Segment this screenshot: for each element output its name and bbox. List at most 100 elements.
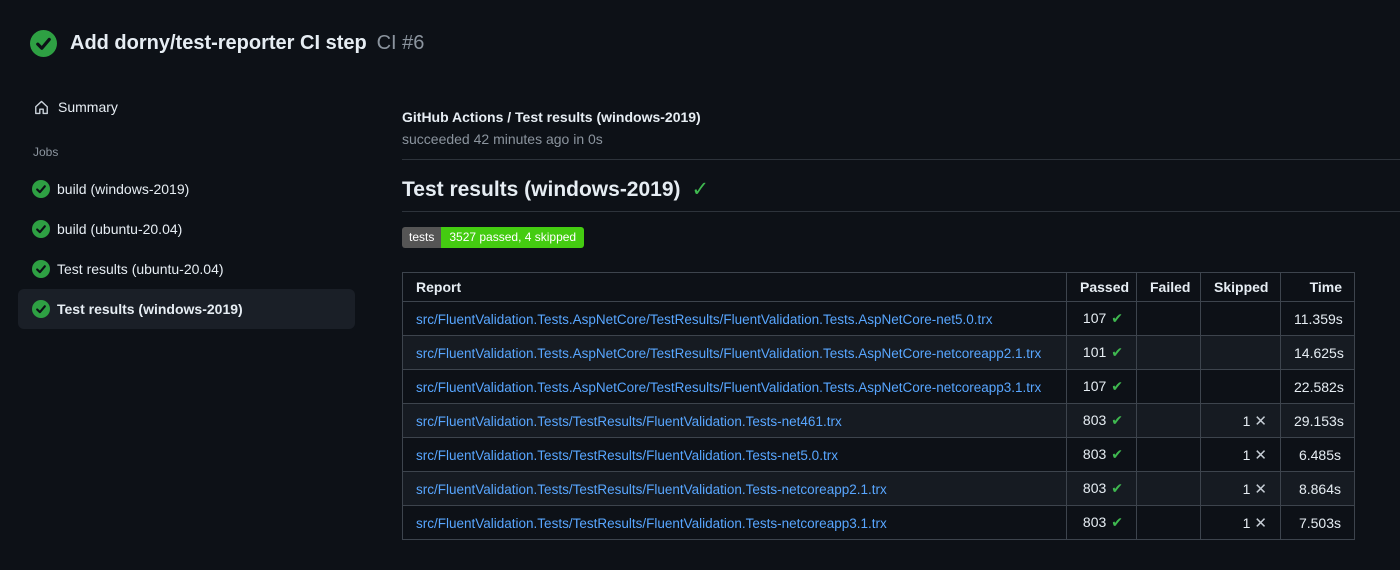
run-header: Add dorny/test-reporter CI step CI #6 [0, 0, 1400, 57]
skipped-cell: 1 ✕ [1200, 505, 1281, 540]
column-header-report: Report [402, 272, 1067, 302]
skipped-cell [1200, 301, 1281, 336]
failed-cell [1136, 471, 1201, 506]
table-header-row: Report Passed Failed Skipped Time [402, 272, 1355, 302]
success-circle-icon [32, 220, 50, 238]
x-icon: ✕ [1254, 412, 1267, 430]
report-cell: src/FluentValidation.Tests/TestResults/F… [402, 505, 1067, 540]
passed-cell: 803 ✔ [1066, 505, 1137, 540]
report-cell: src/FluentValidation.Tests/TestResults/F… [402, 437, 1067, 472]
skipped-cell: 1 ✕ [1200, 403, 1281, 438]
check-icon: ✔ [1111, 378, 1123, 394]
test-results-table: Report Passed Failed Skipped Time src/Fl… [402, 272, 1355, 540]
divider [402, 211, 1400, 212]
column-header-passed: Passed [1066, 272, 1137, 302]
success-check-icon: ✓ [691, 178, 710, 201]
badge-label: tests [402, 227, 442, 248]
failed-cell [1136, 369, 1201, 404]
report-cell: src/FluentValidation.Tests.AspNetCore/Te… [402, 301, 1067, 336]
report-link[interactable]: src/FluentValidation.Tests/TestResults/F… [416, 414, 842, 429]
time-cell: 7.503s [1280, 505, 1355, 540]
report-link[interactable]: src/FluentValidation.Tests/TestResults/F… [416, 482, 887, 497]
skipped-cell: 1 ✕ [1200, 437, 1281, 472]
column-header-failed: Failed [1136, 272, 1201, 302]
tests-badge: tests 3527 passed, 4 skipped [402, 227, 585, 248]
failed-cell [1136, 301, 1201, 336]
report-link[interactable]: src/FluentValidation.Tests.AspNetCore/Te… [416, 380, 1041, 395]
jobs-section-label: Jobs [33, 145, 59, 159]
divider [402, 159, 1400, 160]
failed-cell [1136, 403, 1201, 438]
jobs-list: build (windows-2019) build (ubuntu-20.04… [18, 169, 370, 329]
table-row: src/FluentValidation.Tests/TestResults/F… [402, 437, 1355, 472]
passed-count: 803 [1082, 514, 1107, 530]
sidebar: Summary Jobs build (windows-2019) build … [0, 57, 370, 329]
failed-cell [1136, 437, 1201, 472]
skipped-cell: 1 ✕ [1200, 471, 1281, 506]
table-row: src/FluentValidation.Tests/TestResults/F… [402, 471, 1355, 506]
passed-cell: 803 ✔ [1066, 437, 1137, 472]
failed-cell [1136, 505, 1201, 540]
time-cell: 6.485s [1280, 437, 1355, 472]
sidebar-job-item-1[interactable]: build (windows-2019) [18, 169, 355, 209]
check-icon: ✔ [1111, 514, 1123, 530]
time-cell: 8.864s [1280, 471, 1355, 506]
sidebar-job-item-4[interactable]: Test results (windows-2019) [18, 289, 355, 329]
passed-cell: 107 ✔ [1066, 369, 1137, 404]
check-icon: ✔ [1111, 446, 1123, 462]
table-row: src/FluentValidation.Tests.AspNetCore/Te… [402, 301, 1355, 336]
time-cell: 11.359s [1280, 301, 1355, 336]
home-icon [35, 100, 48, 114]
skipped-count: 1 [1242, 446, 1251, 463]
section-title: Test results (windows-2019) [402, 178, 681, 201]
passed-count: 803 [1082, 446, 1107, 462]
column-header-time: Time [1280, 272, 1355, 302]
report-cell: src/FluentValidation.Tests/TestResults/F… [402, 471, 1067, 506]
sidebar-item-summary[interactable]: Summary [18, 95, 370, 119]
main-content: GitHub Actions / Test results (windows-2… [402, 57, 1400, 540]
skipped-cell [1200, 369, 1281, 404]
x-icon: ✕ [1254, 514, 1267, 532]
passed-cell: 803 ✔ [1066, 403, 1137, 438]
report-cell: src/FluentValidation.Tests/TestResults/F… [402, 403, 1067, 438]
run-title: Add dorny/test-reporter CI step [70, 31, 367, 54]
time-cell: 22.582s [1280, 369, 1355, 404]
skipped-count: 1 [1242, 514, 1251, 531]
success-circle-icon [30, 29, 57, 57]
sidebar-job-item-2[interactable]: build (ubuntu-20.04) [18, 209, 355, 249]
report-link[interactable]: src/FluentValidation.Tests/TestResults/F… [416, 448, 838, 463]
time-cell: 14.625s [1280, 335, 1355, 370]
sidebar-job-label: Test results (ubuntu-20.04) [57, 261, 224, 277]
check-icon: ✔ [1111, 344, 1123, 360]
report-link[interactable]: src/FluentValidation.Tests.AspNetCore/Te… [416, 346, 1041, 361]
report-link[interactable]: src/FluentValidation.Tests/TestResults/F… [416, 516, 887, 531]
report-cell: src/FluentValidation.Tests.AspNetCore/Te… [402, 369, 1067, 404]
passed-count: 107 [1082, 378, 1107, 394]
passed-cell: 803 ✔ [1066, 471, 1137, 506]
passed-count: 101 [1082, 344, 1107, 360]
table-row: src/FluentValidation.Tests.AspNetCore/Te… [402, 335, 1355, 370]
table-row: src/FluentValidation.Tests/TestResults/F… [402, 505, 1355, 540]
check-icon: ✔ [1111, 412, 1123, 428]
check-run-breadcrumb: GitHub Actions / Test results (windows-2… [402, 109, 701, 125]
run-status-line: succeeded 42 minutes ago in 0s [402, 131, 603, 147]
sidebar-job-item-3[interactable]: Test results (ubuntu-20.04) [18, 249, 355, 289]
report-cell: src/FluentValidation.Tests.AspNetCore/Te… [402, 335, 1067, 370]
sidebar-job-label: build (ubuntu-20.04) [57, 221, 183, 237]
time-cell: 29.153s [1280, 403, 1355, 438]
passed-cell: 107 ✔ [1066, 301, 1137, 336]
passed-count: 803 [1082, 480, 1107, 496]
passed-count: 803 [1082, 412, 1107, 428]
sidebar-job-label: build (windows-2019) [57, 181, 190, 197]
skipped-count: 1 [1242, 480, 1251, 497]
run-number: CI #6 [376, 31, 425, 54]
success-circle-icon [32, 180, 50, 198]
passed-count: 107 [1082, 310, 1107, 326]
success-circle-icon [32, 260, 50, 278]
table-row: src/FluentValidation.Tests.AspNetCore/Te… [402, 369, 1355, 404]
table-row: src/FluentValidation.Tests/TestResults/F… [402, 403, 1355, 438]
sidebar-job-label: Test results (windows-2019) [57, 301, 243, 317]
check-icon: ✔ [1111, 480, 1123, 496]
skipped-count: 1 [1242, 412, 1251, 429]
report-link[interactable]: src/FluentValidation.Tests.AspNetCore/Te… [416, 312, 993, 327]
